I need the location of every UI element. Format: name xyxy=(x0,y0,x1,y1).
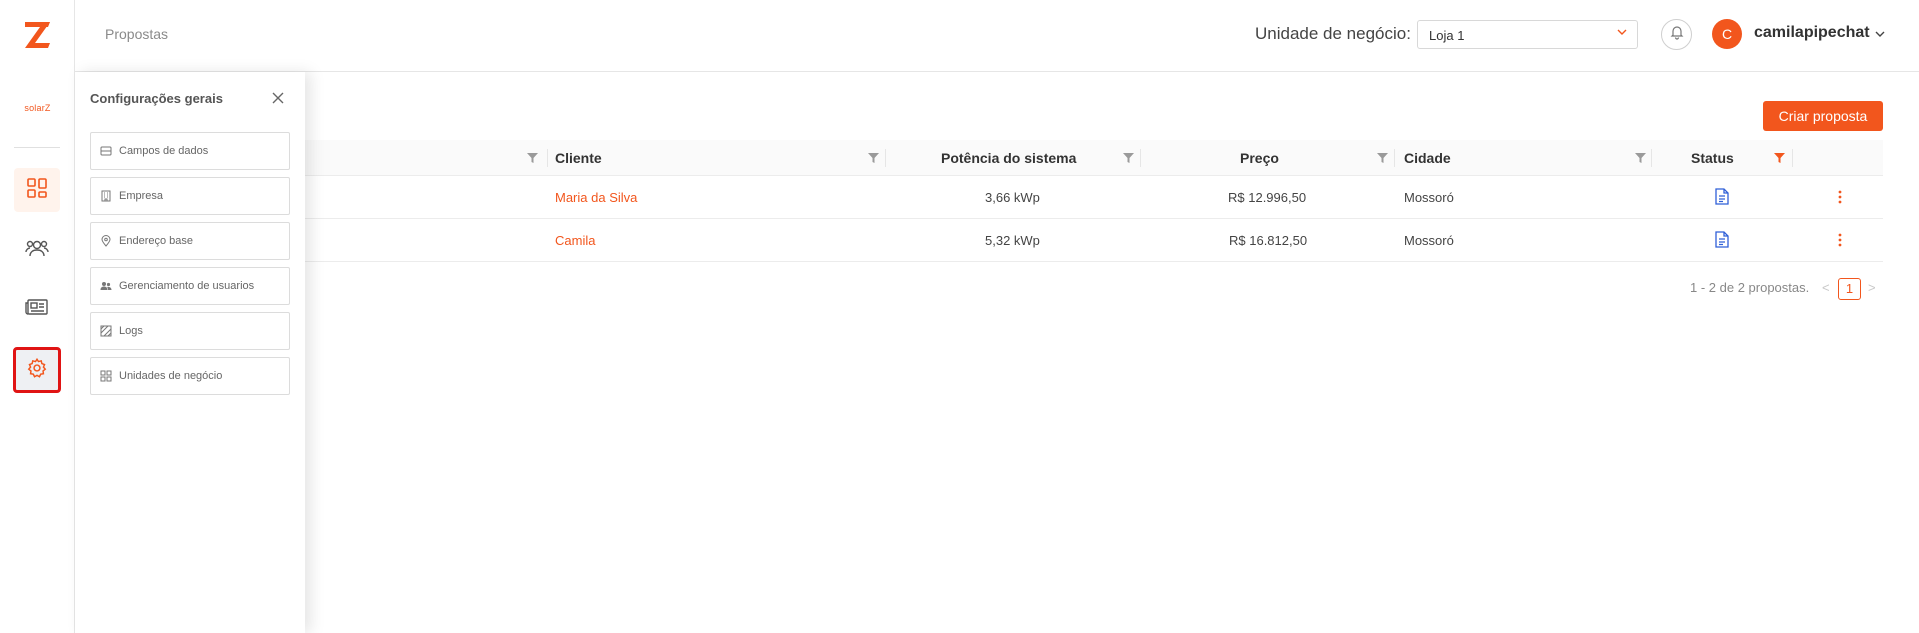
settings-drawer: Configurações gerais Campos de dados Emp… xyxy=(75,72,305,633)
filter-icon[interactable] xyxy=(1123,153,1134,163)
settings-item-unidades-negocio[interactable]: Unidades de negócio xyxy=(90,357,290,395)
more-options-icon[interactable] xyxy=(1838,233,1842,247)
business-unit-label: Unidade de negócio: xyxy=(1255,24,1411,43)
settings-item-label: Gerenciamento de usuarios xyxy=(119,280,255,292)
column-preco[interactable]: Preço xyxy=(1240,140,1279,176)
table-header: Cliente Potência do sistema Preço Cidade… xyxy=(305,140,1883,176)
avatar[interactable]: C xyxy=(1712,19,1742,49)
column-cidade[interactable]: Cidade xyxy=(1404,140,1451,176)
database-icon xyxy=(100,146,112,156)
column-separator xyxy=(547,149,548,167)
filter-icon[interactable] xyxy=(527,153,538,163)
pagination-page-1[interactable]: 1 xyxy=(1838,278,1861,300)
users-icon xyxy=(100,282,112,290)
column-cliente[interactable]: Cliente xyxy=(555,140,602,176)
cell-cliente[interactable]: Maria da Silva xyxy=(555,176,637,219)
newspaper-icon xyxy=(25,297,49,322)
column-status[interactable]: Status xyxy=(1691,140,1734,176)
pagination-prev-button[interactable]: < xyxy=(1822,280,1830,295)
cell-preco: R$ 16.812,50 xyxy=(1229,233,1308,248)
filter-icon-active[interactable] xyxy=(1774,153,1785,163)
rail-dashboard-button[interactable] xyxy=(14,168,60,212)
create-proposal-button[interactable]: Criar proposta xyxy=(1763,101,1883,131)
chevron-down-icon[interactable] xyxy=(1874,27,1886,45)
column-separator xyxy=(1792,149,1793,167)
settings-item-label: Campos de dados xyxy=(119,145,209,157)
settings-item-label: Unidades de negócio xyxy=(119,370,223,382)
cell-cidade: Mossoró xyxy=(1404,190,1454,205)
column-separator xyxy=(1651,149,1652,167)
location-pin-icon xyxy=(101,235,111,247)
bell-icon xyxy=(1669,24,1685,45)
filter-icon[interactable] xyxy=(1377,153,1388,163)
grid-icon xyxy=(100,370,112,382)
breadcrumb[interactable]: Propostas xyxy=(105,26,168,42)
drawer-title: Configurações gerais xyxy=(90,91,223,106)
filter-icon[interactable] xyxy=(868,153,879,163)
cell-cidade: Mossoró xyxy=(1404,233,1454,248)
settings-item-label: Empresa xyxy=(119,190,164,202)
table-row[interactable]: Maria da Silva 3,66 kWp R$ 12.996,50 Mos… xyxy=(305,176,1883,219)
cell-potencia: 5,32 kWp xyxy=(985,233,1040,248)
settings-item-gerenciamento-usuarios[interactable]: Gerenciamento de usuarios xyxy=(90,267,290,305)
top-header: Propostas Unidade de negócio: Loja 1 C c… xyxy=(75,0,1919,72)
column-separator xyxy=(1394,149,1395,167)
settings-item-label: Logs xyxy=(119,325,143,337)
column-potencia[interactable]: Potência do sistema xyxy=(941,140,1076,176)
solarz-logo: solarZ xyxy=(24,103,51,113)
settings-item-logs[interactable]: Logs xyxy=(90,312,290,350)
username[interactable]: camilapipechat xyxy=(1754,24,1870,42)
filter-icon[interactable] xyxy=(1635,153,1646,163)
rail-divider xyxy=(14,147,60,148)
users-icon xyxy=(25,237,49,264)
dashboard-icon xyxy=(26,177,48,204)
pagination-next-button[interactable]: > xyxy=(1868,280,1876,295)
cell-cliente[interactable]: Camila xyxy=(555,219,595,262)
notifications-button[interactable] xyxy=(1661,19,1692,50)
left-rail: solarZ xyxy=(0,0,75,633)
settings-item-endereco-base[interactable]: Endereço base xyxy=(90,222,290,260)
column-separator xyxy=(1140,149,1141,167)
more-options-icon[interactable] xyxy=(1838,190,1842,204)
business-unit-select[interactable]: Loja 1 xyxy=(1417,20,1638,49)
document-icon[interactable] xyxy=(1715,188,1729,205)
settings-item-label: Endereço base xyxy=(119,235,193,247)
settings-item-empresa[interactable]: Empresa xyxy=(90,177,290,215)
document-icon[interactable] xyxy=(1715,231,1729,248)
rail-proposals-button[interactable] xyxy=(14,287,60,331)
cell-potencia: 3,66 kWp xyxy=(985,190,1040,205)
business-unit-value: Loja 1 xyxy=(1429,28,1465,43)
building-icon xyxy=(101,190,111,202)
close-icon[interactable] xyxy=(270,90,286,106)
cell-preco: R$ 12.996,50 xyxy=(1228,190,1307,205)
rail-settings-button[interactable] xyxy=(13,347,61,393)
gear-icon xyxy=(26,357,48,384)
settings-item-campos-de-dados[interactable]: Campos de dados xyxy=(90,132,290,170)
logs-icon xyxy=(100,325,112,337)
column-separator xyxy=(885,149,886,167)
rail-clients-button[interactable] xyxy=(14,228,60,272)
pagination-summary: 1 - 2 de 2 propostas. xyxy=(1690,280,1810,295)
table-row[interactable]: Camila 5,32 kWp R$ 16.812,50 Mossoró xyxy=(305,219,1883,262)
chevron-down-icon xyxy=(1616,26,1628,41)
z-logo[interactable] xyxy=(22,18,54,50)
